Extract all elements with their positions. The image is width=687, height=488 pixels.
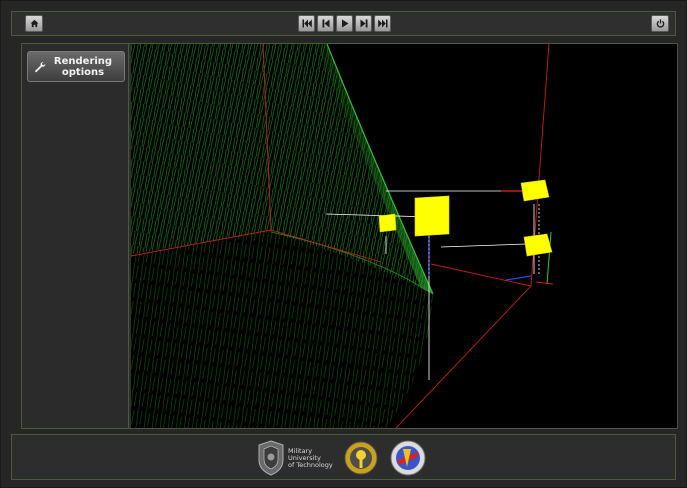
top-toolbar: [11, 11, 676, 36]
university-crest-icon: [258, 440, 284, 476]
yellow-box-right-bottom: [523, 233, 553, 257]
step-forward-button[interactable]: [355, 15, 372, 32]
skip-last-button[interactable]: [374, 15, 391, 32]
footer-logos: Military University of Technology: [257, 439, 427, 477]
power-button[interactable]: [651, 15, 669, 32]
step-forward-icon: [360, 19, 367, 28]
rendering-options-label-line1: Rendering: [53, 55, 113, 67]
wrench-icon: [35, 61, 46, 72]
play-button[interactable]: [336, 15, 353, 32]
yellow-box-large: [414, 195, 450, 237]
skip-last-icon: [377, 19, 387, 28]
home-icon: [29, 19, 39, 28]
yellow-box-right-top: [520, 179, 550, 202]
university-logo: Military University of Technology: [257, 440, 333, 476]
home-button[interactable]: [25, 15, 43, 32]
scene-canvas[interactable]: [131, 44, 677, 428]
sidebar: Rendering options: [22, 44, 129, 428]
media-controls: [298, 15, 391, 32]
power-icon: [656, 19, 664, 28]
app-window: Rendering options Military University of…: [0, 0, 687, 488]
play-icon: [341, 19, 348, 28]
rendering-options-button[interactable]: Rendering options: [27, 51, 125, 82]
skip-first-icon: [302, 19, 312, 28]
university-name-line3: of Technology: [288, 460, 333, 469]
footer: Military University of Technology: [11, 434, 676, 480]
3d-viewport[interactable]: [131, 44, 677, 428]
skip-first-button[interactable]: [298, 15, 315, 32]
step-back-button[interactable]: [317, 15, 334, 32]
lab-logo-icon: [344, 441, 378, 475]
yellow-box-small: [378, 213, 397, 233]
main-panel: Rendering options: [21, 43, 678, 429]
step-back-icon: [322, 19, 329, 28]
project-logo-icon: [390, 440, 426, 476]
rendering-options-label-line2: options: [61, 66, 105, 78]
